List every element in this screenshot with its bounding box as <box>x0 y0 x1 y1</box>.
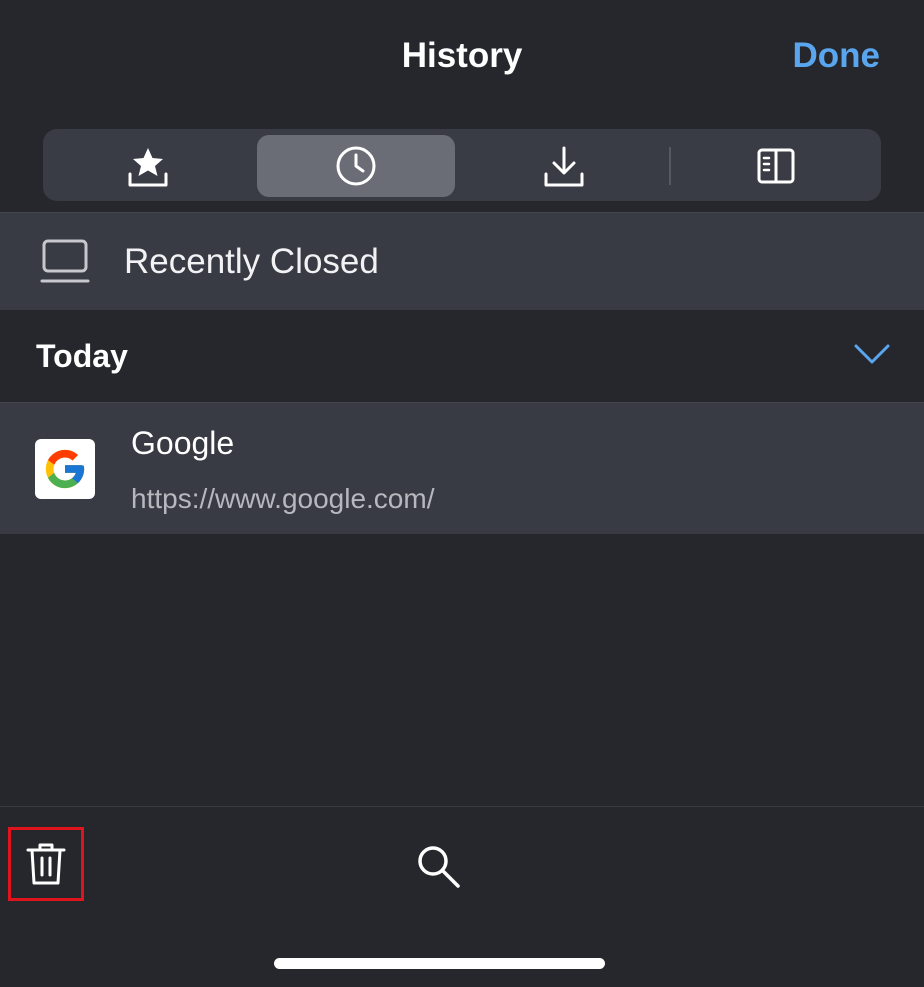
clear-history-button[interactable] <box>8 827 84 901</box>
tab-downloads[interactable] <box>465 135 663 197</box>
segment-divider <box>669 147 671 185</box>
recently-closed-row[interactable]: Recently Closed <box>0 212 924 311</box>
section-title: Today <box>36 338 128 374</box>
done-button[interactable]: Done <box>793 36 881 76</box>
history-item[interactable]: Google https://www.google.com/ <box>0 402 924 534</box>
nav-bar: History Done <box>0 0 924 118</box>
toolbar-divider <box>0 806 924 807</box>
tab-history[interactable] <box>257 135 455 197</box>
home-indicator <box>274 958 605 969</box>
history-item-url: https://www.google.com/ <box>131 483 435 514</box>
download-icon <box>544 146 584 187</box>
history-item-title: Google <box>131 425 235 461</box>
search-icon[interactable] <box>414 842 462 890</box>
google-favicon-icon <box>35 439 95 499</box>
page-title: History <box>401 36 523 75</box>
reading-list-icon <box>757 148 795 184</box>
panel-segmented-control <box>43 129 881 201</box>
chevron-down-icon[interactable] <box>852 340 892 368</box>
star-tray-icon <box>128 148 168 187</box>
recently-closed-label: Recently Closed <box>124 242 379 281</box>
trash-icon <box>26 843 66 885</box>
clock-icon <box>336 146 376 186</box>
laptop-icon <box>40 239 90 283</box>
section-header-today[interactable]: Today <box>0 310 924 401</box>
tab-reading-list[interactable] <box>677 135 875 197</box>
tab-bookmarks[interactable] <box>49 135 247 197</box>
